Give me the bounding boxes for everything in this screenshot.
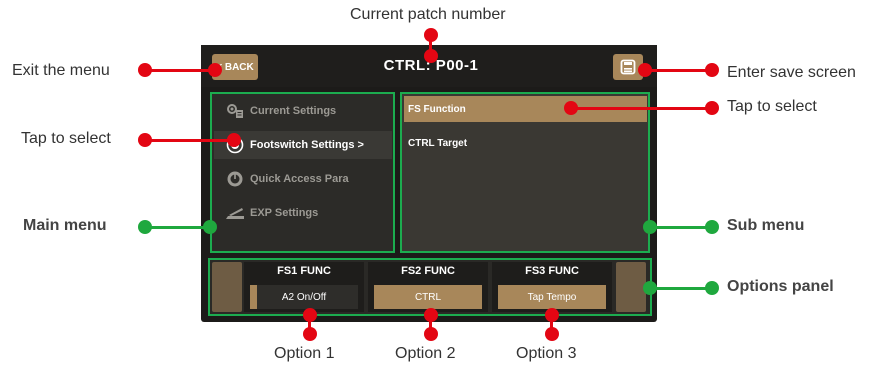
connector-dot xyxy=(303,327,317,341)
connector-line xyxy=(650,287,713,290)
connector-dot xyxy=(705,63,719,77)
connector-dot xyxy=(138,133,152,147)
connector-dot xyxy=(303,308,317,322)
exp-pedal-icon xyxy=(224,204,246,222)
menu-item-footswitch-settings[interactable]: Footswitch Settings > xyxy=(214,131,392,159)
connector-dot xyxy=(208,63,222,77)
menu-item-label: EXP Settings xyxy=(250,207,319,219)
connector-dot xyxy=(564,101,578,115)
option-indicator xyxy=(250,285,257,309)
connector-dot xyxy=(643,220,657,234)
callout-main-menu: Main menu xyxy=(23,217,107,234)
connector-dot xyxy=(545,327,559,341)
menu-item-label: Quick Access Para xyxy=(250,173,349,185)
connector-dot xyxy=(545,308,559,322)
menu-item-quick-access[interactable]: Quick Access Para xyxy=(214,165,392,193)
menu-item-exp-settings[interactable]: EXP Settings xyxy=(214,199,392,227)
option-value[interactable]: CTRL xyxy=(374,285,482,309)
connector-dot xyxy=(705,101,719,115)
callout-tap-select-right: Tap to select xyxy=(727,98,817,115)
connector-line xyxy=(650,226,713,229)
option-fs3[interactable]: FS3 FUNC Tap Tempo xyxy=(492,262,612,312)
options-scroll-left[interactable] xyxy=(212,262,242,312)
option-label: FS3 FUNC xyxy=(525,265,579,277)
callout-enter-save: Enter save screen xyxy=(727,64,856,81)
sub-menu: FS Function CTRL Target xyxy=(400,92,650,253)
connector-dot xyxy=(638,63,652,77)
option-label: FS2 FUNC xyxy=(401,265,455,277)
menu-item-current-settings[interactable]: Current Settings xyxy=(214,97,392,125)
connector-dot xyxy=(227,133,241,147)
callout-option-2: Option 2 xyxy=(395,345,456,362)
option-fs1[interactable]: FS1 FUNC A2 On/Off xyxy=(244,262,364,312)
connector-dot xyxy=(705,220,719,234)
callout-sub-menu: Sub menu xyxy=(727,217,805,234)
connector-dot xyxy=(643,281,657,295)
connector-dot xyxy=(424,49,438,63)
connector-line xyxy=(145,69,215,72)
save-icon xyxy=(620,59,636,75)
callout-exit-menu: Exit the menu xyxy=(12,62,110,79)
option-value[interactable]: Tap Tempo xyxy=(498,285,606,309)
callout-tap-select-left: Tap to select xyxy=(21,130,111,147)
connector-dot xyxy=(138,220,152,234)
connector-dot xyxy=(203,220,217,234)
options-scroll-right[interactable] xyxy=(616,262,646,312)
callout-option-1: Option 1 xyxy=(274,345,335,362)
connector-dot xyxy=(424,327,438,341)
connector-dot xyxy=(705,281,719,295)
connector-dot xyxy=(424,308,438,322)
menu-item-label: Footswitch Settings > xyxy=(250,139,364,151)
connector-dot xyxy=(138,63,152,77)
sub-item-ctrl-target[interactable]: CTRL Target xyxy=(404,130,647,156)
option-fs2[interactable]: FS2 FUNC CTRL xyxy=(368,262,488,312)
option-label: FS1 FUNC xyxy=(277,265,331,277)
connector-line xyxy=(570,107,713,110)
option-value[interactable]: A2 On/Off xyxy=(250,285,358,309)
menu-item-label: Current Settings xyxy=(250,105,337,117)
connector-line xyxy=(145,139,235,142)
quick-access-icon xyxy=(224,170,246,188)
connector-dot xyxy=(424,28,438,42)
callout-options-panel: Options panel xyxy=(727,278,834,295)
callout-option-3: Option 3 xyxy=(516,345,577,362)
callout-patch-number: Current patch number xyxy=(350,6,506,23)
connector-line xyxy=(645,69,713,72)
current-settings-icon xyxy=(224,102,246,120)
main-menu: Current Settings Footswitch Settings > Q… xyxy=(210,92,395,253)
device-screen: < BACK CTRL: P00-1 Current Settings Foot… xyxy=(201,45,657,322)
